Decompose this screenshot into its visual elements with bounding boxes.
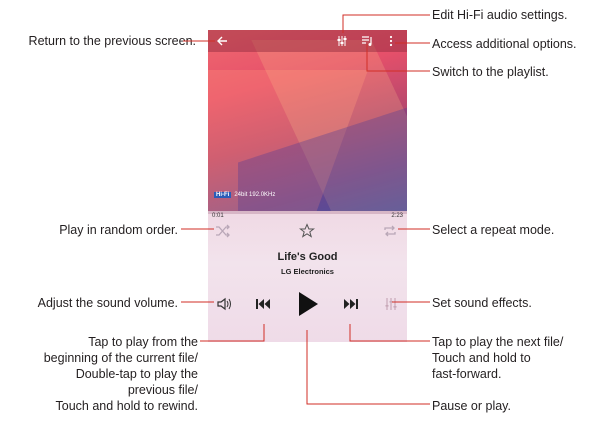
top-bar [208, 30, 407, 52]
next-icon[interactable] [344, 298, 358, 310]
callout-playlist: Switch to the playlist. [432, 65, 549, 79]
callout-options: Access additional options. [432, 37, 577, 51]
callout-hifi-settings: Edit Hi-Fi audio settings. [432, 8, 568, 22]
total-duration: 2:23 [391, 213, 403, 219]
callout-previous: Tap to play from the beginning of the cu… [43, 335, 198, 413]
callout-volume: Adjust the sound volume. [37, 296, 178, 310]
album-art: Hi-Fi 24bit 192.0KHz [208, 30, 407, 290]
callout-play-pause: Pause or play. [432, 399, 511, 413]
repeat-icon[interactable] [382, 224, 398, 238]
back-arrow-icon[interactable] [216, 35, 228, 47]
star-icon[interactable] [299, 223, 315, 239]
callout-repeat: Select a repeat mode. [432, 223, 555, 237]
shuffle-icon[interactable] [215, 224, 231, 238]
player-controls-panel: 0:01 2:23 Life's Good LG Electronics [208, 211, 407, 342]
song-title: Life's Good [277, 251, 338, 263]
callout-random: Play in random order. [59, 223, 178, 237]
music-player-screen: Hi-Fi 24bit 192.0KHz 0:01 2:23 Life's Goo… [208, 30, 407, 342]
playlist-icon[interactable] [361, 35, 373, 47]
equalizer-icon[interactable] [384, 297, 398, 311]
volume-icon[interactable] [216, 297, 232, 311]
callout-back: Return to the previous screen. [28, 34, 196, 48]
artist-name: LG Electronics [281, 267, 334, 276]
callout-next: Tap to play the next file/ Touch and hol… [432, 335, 564, 381]
previous-icon[interactable] [256, 298, 270, 310]
hifi-settings-icon[interactable] [336, 35, 348, 47]
elapsed-time: 0:01 [212, 213, 224, 219]
seek-bar[interactable] [208, 211, 407, 214]
callout-effects: Set sound effects. [432, 296, 532, 310]
hifi-info: Hi-Fi 24bit 192.0KHz [214, 192, 276, 198]
more-options-icon[interactable] [389, 35, 393, 47]
play-icon[interactable] [297, 291, 319, 317]
